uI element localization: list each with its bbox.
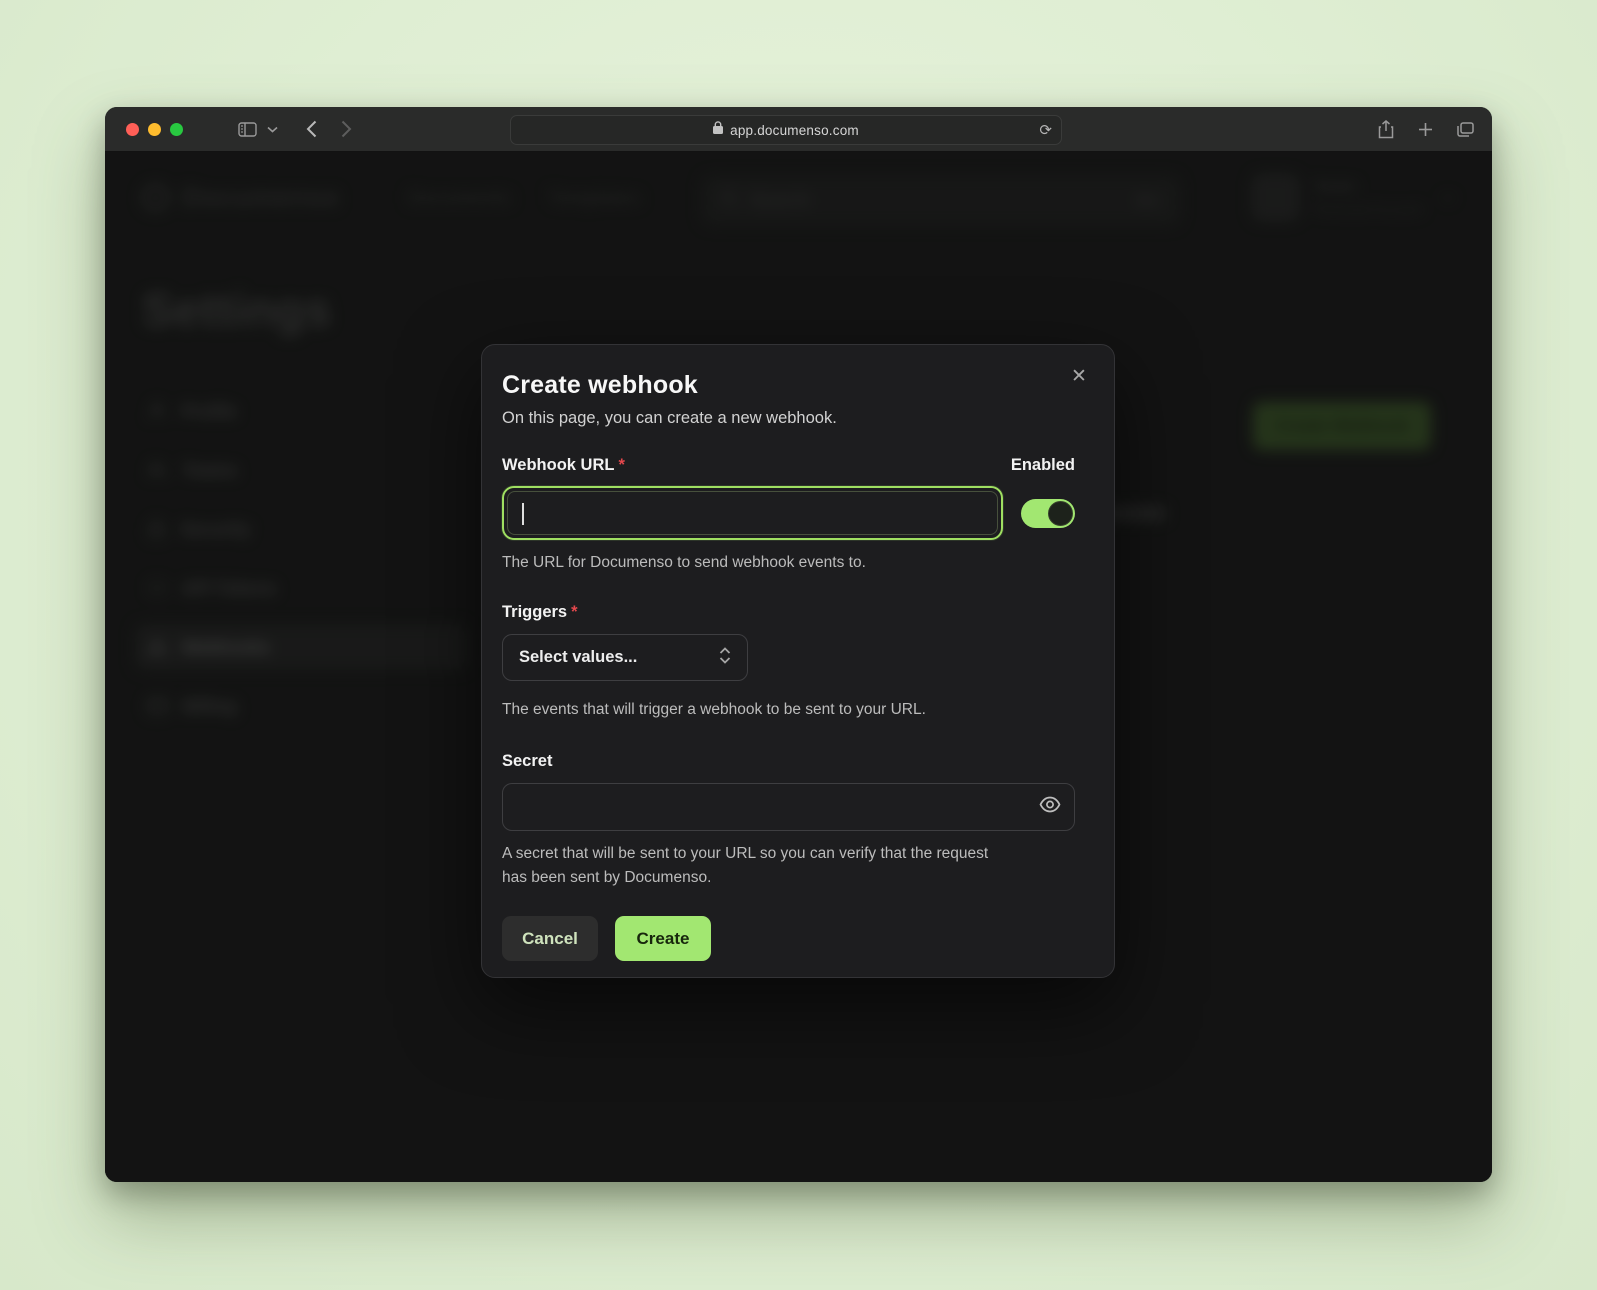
required-asterisk: *: [618, 456, 624, 474]
required-asterisk: *: [571, 603, 577, 621]
dialog-title: Create webhook: [502, 371, 1086, 400]
dialog-subtitle: On this page, you can create a new webho…: [502, 409, 1086, 428]
address-bar[interactable]: app.documenso.com ⟳: [510, 115, 1062, 145]
sidebar-toggle-icon[interactable]: [238, 122, 257, 137]
triggers-select[interactable]: Select values...: [502, 634, 748, 681]
enabled-label: Enabled: [1011, 456, 1075, 475]
triggers-label: Triggers*: [502, 603, 578, 622]
webhook-url-label: Webhook URL*: [502, 456, 625, 475]
enabled-toggle[interactable]: [1021, 499, 1075, 528]
triggers-help: The events that will trigger a webhook t…: [502, 698, 1086, 722]
webhook-url-focus-ring: [502, 486, 1003, 540]
secret-input[interactable]: [502, 783, 1075, 831]
traffic-lights: [126, 123, 183, 136]
share-icon[interactable]: [1378, 120, 1394, 139]
secret-label: Secret: [502, 752, 552, 771]
maximize-window-button[interactable]: [170, 123, 183, 136]
forward-button[interactable]: [341, 120, 352, 138]
close-icon[interactable]: ✕: [1066, 363, 1092, 389]
lock-icon: [713, 121, 723, 139]
secret-help: A secret that will be sent to your URL s…: [502, 842, 1086, 890]
text-cursor: [522, 503, 524, 525]
tab-overview-icon[interactable]: [1457, 122, 1474, 137]
webhook-url-help: The URL for Documenso to send webhook ev…: [502, 551, 1086, 575]
browser-toolbar: app.documenso.com ⟳: [105, 107, 1492, 152]
webhook-url-input[interactable]: [507, 491, 998, 535]
create-button[interactable]: Create: [615, 916, 711, 961]
minimize-window-button[interactable]: [148, 123, 161, 136]
back-button[interactable]: [306, 120, 317, 138]
new-tab-icon[interactable]: [1418, 122, 1433, 137]
chevron-up-down-icon: [719, 647, 731, 669]
chevron-down-icon[interactable]: [267, 126, 278, 133]
reload-icon[interactable]: ⟳: [1039, 121, 1052, 139]
close-window-button[interactable]: [126, 123, 139, 136]
create-webhook-dialog: ✕ Create webhook On this page, you can c…: [481, 344, 1115, 978]
cancel-button[interactable]: Cancel: [502, 916, 598, 961]
triggers-placeholder: Select values...: [519, 648, 637, 667]
url-text: app.documenso.com: [730, 123, 859, 138]
eye-icon[interactable]: [1039, 796, 1061, 816]
toggle-knob: [1048, 501, 1073, 526]
